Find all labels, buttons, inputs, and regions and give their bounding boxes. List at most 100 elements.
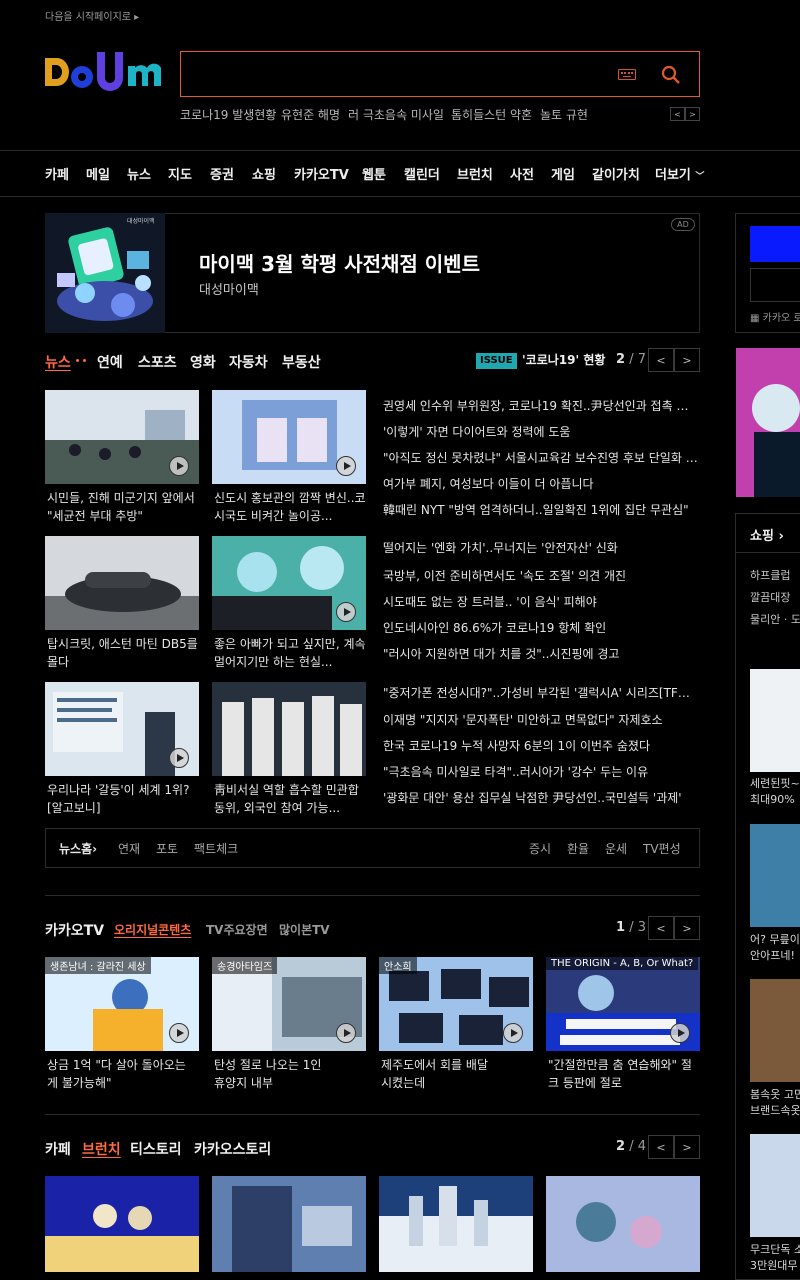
play-icon[interactable] (336, 456, 356, 476)
product-thumb[interactable] (750, 1134, 800, 1237)
nav-dictionary[interactable]: 사전 (510, 164, 534, 183)
news-thumb[interactable] (45, 390, 199, 484)
trend-keyword[interactable]: 러 극초음속 미사일 (348, 106, 444, 123)
trend-keyword[interactable]: 톰히들스턴 약혼 (451, 106, 532, 123)
play-icon[interactable] (169, 748, 189, 768)
nav-brunch[interactable]: 브런치 (457, 164, 493, 183)
nav-calendar[interactable]: 캘린더 (404, 164, 440, 183)
tab-news[interactable]: 뉴스 (45, 352, 71, 372)
brunch-thumb[interactable] (379, 1176, 533, 1272)
news-card-caption[interactable]: 좋은 아빠가 되고 싶지만, 계속 멀어지기만 하는 현실... (214, 635, 369, 671)
news-footer-link[interactable]: 연재 (118, 840, 140, 857)
news-footer-link[interactable]: 포토 (156, 840, 178, 857)
tab-entertainment[interactable]: 연예 (97, 352, 123, 372)
news-headline[interactable]: "중저가폰 전성시대?"..가성비 부각된 '갤럭시A' 시리즈[TF초점] (383, 684, 699, 701)
search-box[interactable] (180, 51, 700, 97)
news-headline[interactable]: 권영세 인수위 부위원장, 코로나19 확진..尹당선인과 접촉 없었다 (383, 397, 699, 414)
tab-original-content[interactable]: 오리지널콘텐츠 (114, 921, 191, 938)
tab-sports[interactable]: 스포츠 (138, 352, 177, 372)
tab-tistory[interactable]: 티스토리 (130, 1139, 182, 1159)
news-home-link[interactable]: 뉴스홈› (59, 840, 97, 857)
news-footer-link[interactable]: 증시 (529, 840, 551, 857)
shop-link[interactable]: 물리안 · 도 (750, 611, 800, 627)
brunch-thumb[interactable] (45, 1176, 199, 1272)
tab-movie[interactable]: 영화 (190, 352, 216, 372)
tab-most-viewed[interactable]: 많이본TV (279, 921, 330, 938)
ad-image[interactable]: 대성마이맥 (45, 213, 165, 333)
news-card-caption[interactable]: 靑비서실 역할 흡수할 민관합동위, 외국인 참여 가능... (214, 781, 369, 817)
news-headline[interactable]: 시도때도 없는 장 트러블.. '이 음식' 피해야 (383, 593, 699, 610)
trend-keyword[interactable]: 유현준 해명 (281, 106, 340, 123)
news-card-caption[interactable]: 신도시 홍보관의 깜짝 변신..코시국도 비켜간 놀이공... (214, 489, 369, 525)
tv-card-caption[interactable]: 탄성 절로 나오는 1인 휴양지 내부 (214, 1056, 334, 1092)
product-caption[interactable]: 브랜드속옷 (750, 1103, 800, 1119)
product-caption[interactable]: 최대90% (750, 792, 795, 808)
news-card-caption[interactable]: 시민들, 진해 미군기지 앞에서 "세균전 부대 추방" (47, 489, 202, 525)
nav-stock[interactable]: 증권 (210, 164, 234, 183)
nav-shopping[interactable]: 쇼핑 (252, 164, 276, 183)
nav-map[interactable]: 지도 (168, 164, 192, 183)
product-caption[interactable]: 세련된핏~ (750, 776, 800, 792)
trend-keyword[interactable]: 놀토 규현 (540, 106, 588, 123)
news-thumb[interactable] (212, 682, 366, 776)
news-thumb[interactable] (212, 390, 366, 484)
kakao-login-link[interactable]: ▦ 카카오 로 (750, 309, 800, 324)
news-headline[interactable]: 한국 코로나19 누적 사망자 6분의 1이 이번주 숨졌다 (383, 737, 699, 754)
product-thumb[interactable] (750, 669, 800, 772)
tab-realestate[interactable]: 부동산 (282, 352, 321, 372)
ad-advertiser[interactable]: 대성마이맥 (199, 279, 259, 298)
prev-arrow-icon[interactable]: < (648, 1135, 674, 1159)
news-footer-link[interactable]: 환율 (567, 840, 589, 857)
tv-card-caption[interactable]: 상금 1억 "다 살아 돌아오는 게 불가능해" (47, 1056, 187, 1092)
news-footer-link[interactable]: TV편성 (643, 840, 681, 857)
next-arrow-icon[interactable]: > (674, 348, 700, 372)
tab-cafe[interactable]: 카페 (45, 1139, 71, 1159)
nav-cafe[interactable]: 카페 (45, 164, 69, 183)
prev-arrow-icon[interactable]: < (670, 107, 685, 121)
shop-link[interactable]: 깔끔대장 (750, 589, 790, 605)
prev-arrow-icon[interactable]: < (648, 916, 674, 940)
trend-keyword[interactable]: 코로나19 발생현황 (180, 106, 276, 123)
nav-game[interactable]: 게임 (551, 164, 575, 183)
search-icon[interactable] (661, 65, 681, 85)
product-caption[interactable]: 봄속옷 고민 (750, 1087, 800, 1103)
news-headline[interactable]: 이재명 "지지자 '문자폭탄' 미안하고 면목없다" 자제호소 (383, 711, 699, 728)
tv-thumb[interactable]: 생존남녀 : 갈라진 세상 (45, 957, 199, 1051)
nav-more[interactable]: 더보기 ﹀ (655, 164, 704, 183)
nav-mail[interactable]: 메일 (86, 164, 110, 183)
news-headline[interactable]: 떨어지는 '엔화 가치'..무너지는 '안전자산' 신화 (383, 539, 699, 556)
news-headline[interactable]: '광화문 대안' 용산 집무실 낙점한 尹당선인..국민설득 '과제' (383, 789, 699, 806)
set-startpage-link[interactable]: 다음을 시작페이지로 ▸ (45, 8, 139, 23)
news-headline[interactable]: 여가부 폐지, 여성보다 이들이 더 아픕니다 (383, 475, 699, 492)
nav-kakaotv[interactable]: 카카오TV (294, 164, 349, 183)
play-icon[interactable] (169, 1023, 189, 1043)
news-card-caption[interactable]: 탑시크릿, 애스턴 마틴 DB5를 몰다 (47, 635, 202, 671)
tab-tv-highlights[interactable]: TV주요장면 (206, 921, 268, 938)
news-footer-link[interactable]: 운세 (605, 840, 627, 857)
tv-card-caption[interactable]: 제주도에서 회를 배달시켰는데 (381, 1056, 491, 1092)
product-thumb[interactable] (750, 824, 800, 927)
prev-arrow-icon[interactable]: < (648, 348, 674, 372)
news-headline[interactable]: 韓때린 NYT "방역 엄격하더니..일일확진 1위에 집단 무관심" (383, 501, 699, 518)
news-headline[interactable]: "러시아 지원하면 대가 치를 것"..시진핑에 경고 (383, 645, 699, 662)
nav-together[interactable]: 같이가치 (592, 164, 640, 183)
product-caption[interactable]: 안아프네! (750, 948, 795, 964)
keyboard-icon[interactable] (618, 69, 636, 80)
next-arrow-icon[interactable]: > (674, 916, 700, 940)
news-footer-link[interactable]: 팩트체크 (194, 840, 238, 857)
right-banner-image[interactable] (736, 348, 800, 497)
play-icon[interactable] (169, 456, 189, 476)
next-arrow-icon[interactable]: > (685, 107, 700, 121)
play-icon[interactable] (503, 1023, 523, 1043)
issue-link[interactable]: '코로나19' 현황 (522, 351, 605, 368)
news-thumb[interactable] (45, 682, 199, 776)
news-thumb[interactable] (45, 536, 199, 630)
tab-brunch[interactable]: 브런치 (82, 1139, 121, 1159)
news-headline[interactable]: '이렇게' 자면 다이어트와 정력에 도움 (383, 423, 699, 440)
kakaotv-title[interactable]: 카카오TV (45, 920, 104, 940)
play-icon[interactable] (336, 602, 356, 622)
next-arrow-icon[interactable]: > (674, 1135, 700, 1159)
news-card-caption[interactable]: 우리나라 '갈등'이 세계 1위? [알고보니] (47, 781, 202, 817)
login-input[interactable] (750, 268, 800, 302)
play-icon[interactable] (670, 1023, 690, 1043)
